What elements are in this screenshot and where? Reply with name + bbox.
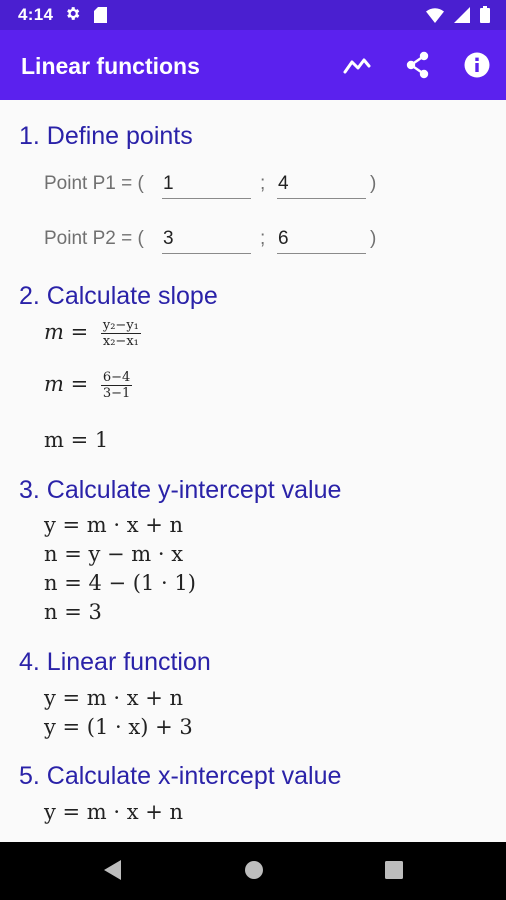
navigation-bar [0,842,506,900]
info-button[interactable] [461,50,493,80]
battery-icon [480,6,490,28]
formula-lhs: m = [44,320,89,344]
x-intercept-line: y = m · x + n [44,800,184,824]
recents-icon [385,861,403,879]
section-heading-define-points: 1. Define points [19,122,193,150]
separator: ; [260,173,266,194]
section-heading-x-intercept: 5. Calculate x-intercept value [19,762,342,790]
graph-button[interactable] [341,50,373,80]
slope-result: m = 1 [44,428,109,452]
status-bar: 4:14 [0,0,506,30]
recents-button[interactable] [383,858,405,887]
fraction-denominator: 3−1 [102,386,131,401]
fraction-numerator: y₂−y₁ [100,318,141,334]
p2-x-input[interactable] [162,224,251,254]
close-paren: ) [370,173,377,194]
close-paren: ) [370,228,377,249]
y-intercept-line: n = 3 [44,600,102,624]
substitution-fraction: 6−4 3−1 [100,370,133,401]
substitution-lhs: m = [44,372,89,396]
home-icon [245,861,263,879]
app-bar: Linear functions [0,30,506,100]
p2-y-input[interactable] [277,224,366,254]
home-button[interactable] [242,858,266,887]
back-icon [104,860,121,880]
point-p1-label: Point P1 = ( [44,173,144,194]
status-time: 4:14 [18,5,54,24]
linear-function-line: y = m · x + n [44,686,184,710]
share-button[interactable] [402,50,434,80]
p1-x-input[interactable] [162,169,251,199]
y-intercept-line: n = y − m · x [44,542,184,566]
separator: ; [260,228,266,249]
slope-formula: m = y₂−y₁ x₂−x₁ [44,318,141,349]
fraction-denominator: x₂−x₁ [102,334,139,349]
section-heading-slope: 2. Calculate slope [19,282,218,310]
y-intercept-line: y = m · x + n [44,513,184,537]
y-intercept-line: n = 4 − (1 · 1) [44,571,196,595]
section-heading-linear-function: 4. Linear function [19,648,211,676]
graph-icon [343,58,371,74]
share-icon [406,51,429,79]
sd-card-icon [94,7,107,28]
p1-y-input[interactable] [277,169,366,199]
linear-function-line: y = (1 · x) + 3 [44,715,193,739]
slope-substitution: m = 6−4 3−1 [44,370,133,401]
section-heading-y-intercept: 3. Calculate y-intercept value [19,476,342,504]
gear-icon [64,5,81,27]
slope-fraction: y₂−y₁ x₂−x₁ [100,318,141,349]
back-button[interactable] [101,858,123,887]
info-icon [464,52,490,78]
content-area[interactable]: 1. Define points Point P1 = ( ; ) Point … [0,100,506,842]
fraction-numerator: 6−4 [100,370,133,386]
point-p2-label: Point P2 = ( [44,228,144,249]
wifi-icon [426,7,444,28]
signal-icon [454,6,470,28]
app-title: Linear functions [21,53,200,79]
